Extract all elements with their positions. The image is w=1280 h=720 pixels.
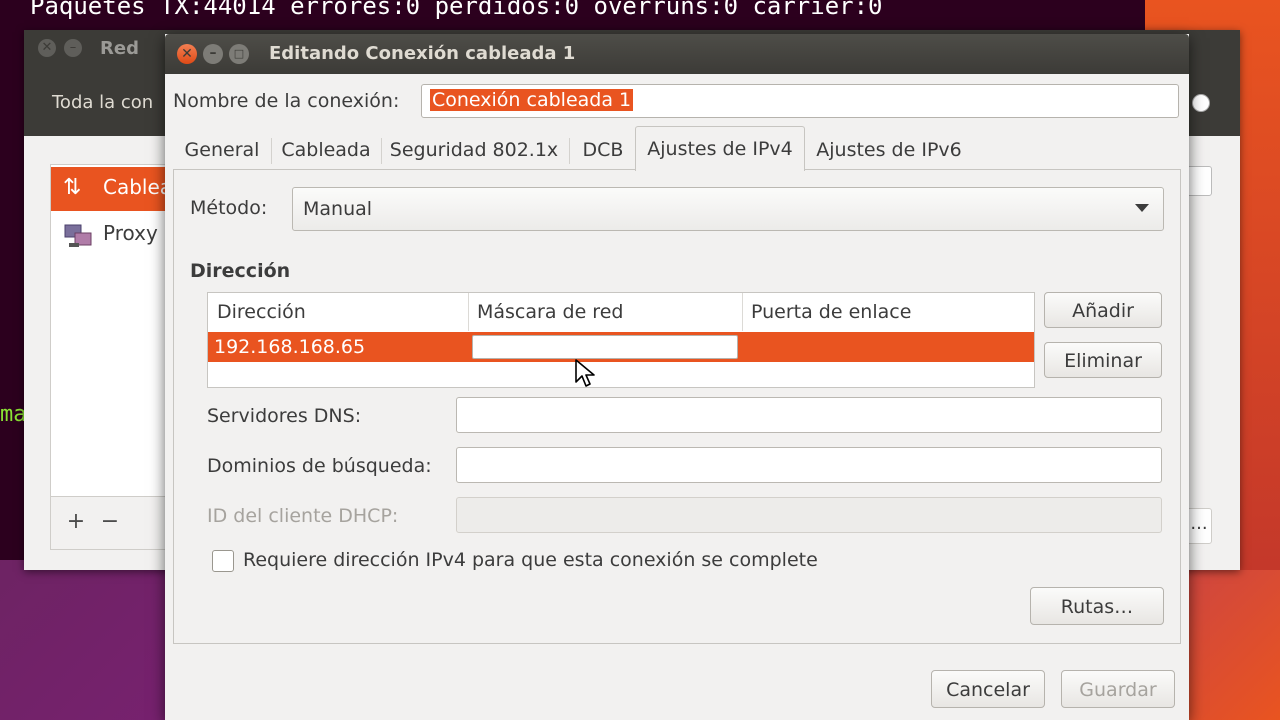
add-address-button[interactable]: Añadir (1044, 292, 1162, 328)
proxy-icon (63, 221, 93, 257)
connection-name-label: Nombre de la conexión: (173, 90, 400, 112)
cancel-button[interactable]: Cancelar (931, 670, 1045, 708)
add-connection-button[interactable]: + (61, 507, 91, 537)
chevron-down-icon (1135, 204, 1149, 212)
netmask-cell-input[interactable] (472, 335, 738, 359)
dns-servers-input[interactable] (456, 397, 1162, 433)
routes-button[interactable]: Rutas… (1030, 587, 1164, 625)
require-ipv4-label: Requiere dirección IPv4 para que esta co… (243, 549, 818, 571)
tab-security[interactable]: Seguridad 802.1x (387, 130, 561, 170)
address-section-title: Dirección (190, 260, 291, 282)
edit-connection-dialog: ✕ – □ Editando Conexión cableada 1 Nombr… (165, 34, 1189, 720)
connection-name-input[interactable]: Conexión cableada 1 (421, 84, 1179, 118)
close-icon[interactable]: ✕ (177, 44, 197, 64)
close-icon[interactable]: ✕ (38, 39, 56, 57)
tab-dcb[interactable]: DCB (575, 130, 631, 170)
mouse-pointer-icon (575, 359, 595, 387)
dialog-titlebar: ✕ – □ Editando Conexión cableada 1 (165, 34, 1189, 74)
method-value: Manual (303, 198, 373, 220)
save-button[interactable]: Guardar (1061, 670, 1175, 708)
delete-address-button[interactable]: Eliminar (1044, 342, 1162, 378)
dialog-title: Editando Conexión cableada 1 (269, 43, 576, 64)
search-domains-label: Dominios de búsqueda: (207, 455, 432, 477)
tab-separator (381, 138, 382, 164)
tab-separator (569, 138, 570, 164)
method-select[interactable]: Manual (292, 187, 1164, 231)
connection-name-value: Conexión cableada 1 (430, 89, 634, 111)
dhcp-client-id-input[interactable] (456, 497, 1162, 533)
tab-wired[interactable]: Cableada (277, 130, 375, 170)
dhcp-client-id-label: ID del cliente DHCP: (207, 505, 399, 527)
search-domains-input[interactable] (456, 447, 1162, 483)
column-header-gateway[interactable]: Puerta de enlace (742, 293, 1034, 331)
network-window-title: Red (100, 38, 139, 59)
method-label: Método: (190, 197, 268, 219)
remove-connection-button[interactable]: − (95, 507, 125, 537)
tab-general[interactable]: General (179, 130, 265, 170)
address-cell[interactable]: 192.168.168.65 (214, 336, 365, 358)
column-header-netmask[interactable]: Máscara de red (468, 293, 742, 331)
address-table: Dirección Máscara de red Puerta de enlac… (207, 292, 1035, 388)
minimize-icon[interactable]: – (203, 44, 223, 64)
tab-separator (271, 138, 272, 164)
network-arrows-icon: ⇅ (63, 175, 82, 200)
terminal-fragment: ma (0, 402, 27, 427)
tab-ipv6[interactable]: Ajustes de IPv6 (809, 130, 969, 170)
require-ipv4-checkbox[interactable] (212, 550, 234, 572)
terminal-line: Paquetes TX:44014 errores:0 perdidos:0 o… (30, 0, 883, 20)
network-toolbar-text: Toda la con (52, 92, 154, 113)
column-header-address[interactable]: Dirección (208, 293, 468, 331)
sidebar-item-label: Proxy (103, 221, 158, 245)
minimize-icon[interactable]: – (64, 39, 82, 57)
ipv4-settings-panel: Método: Manual Dirección Dirección Másca… (173, 169, 1181, 644)
dns-servers-label: Servidores DNS: (207, 405, 362, 427)
maximize-icon[interactable]: □ (229, 44, 249, 64)
tab-ipv4[interactable]: Ajustes de IPv4 (635, 126, 805, 171)
toggle-icon[interactable] (1192, 94, 1210, 112)
sidebar-item-label: Cablea (103, 175, 173, 199)
more-button[interactable]: ... (1186, 508, 1212, 544)
